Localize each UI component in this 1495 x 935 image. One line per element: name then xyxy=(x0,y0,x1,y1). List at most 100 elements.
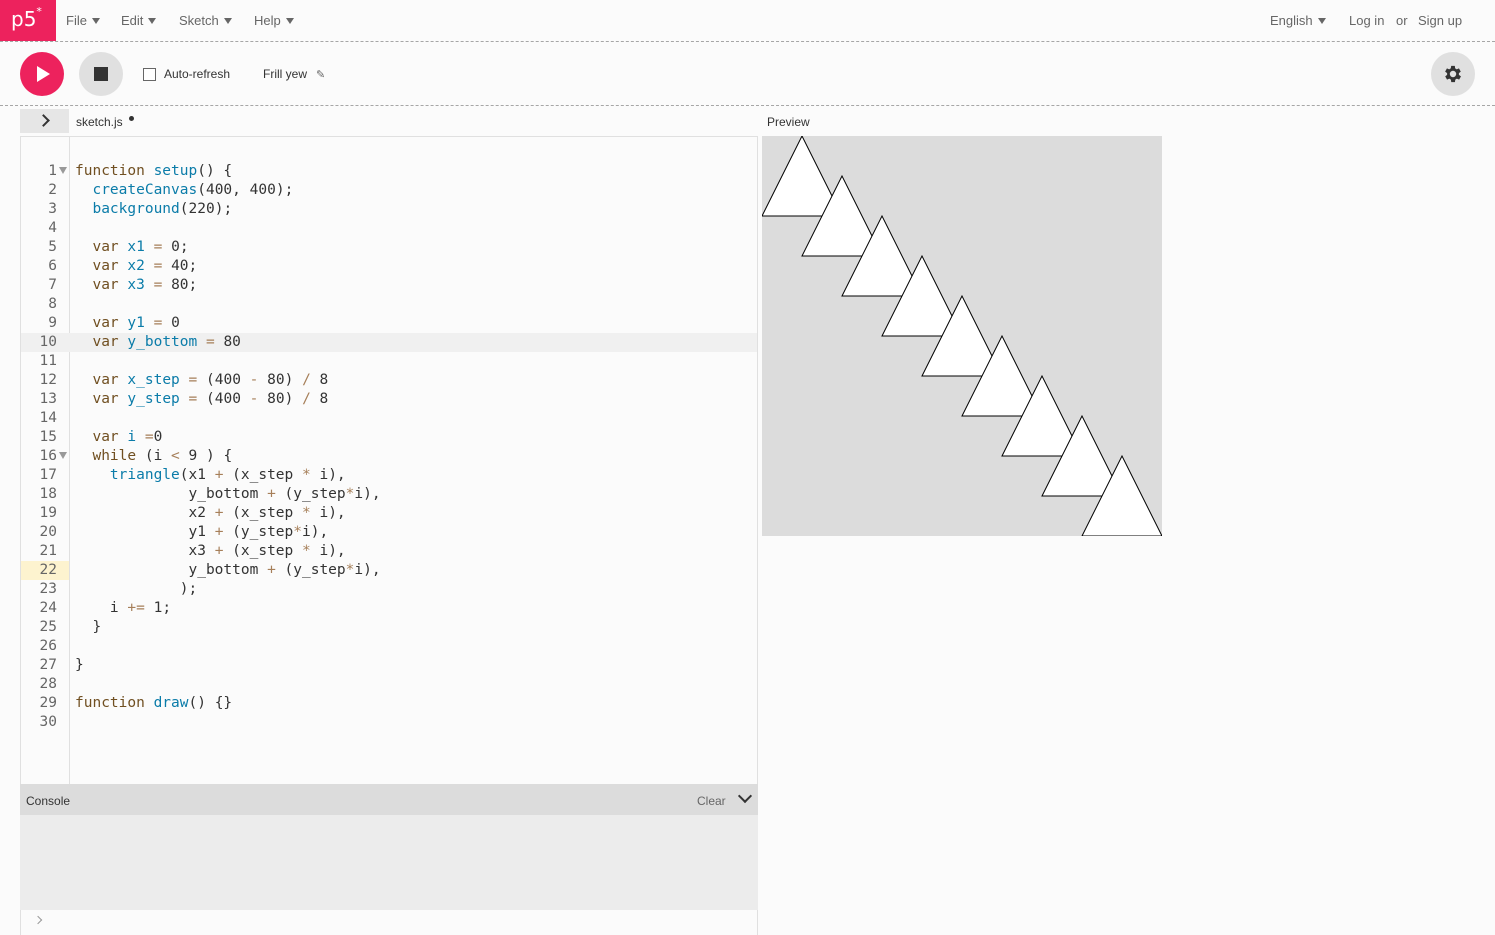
menu-file[interactable]: File xyxy=(66,13,100,28)
code-line[interactable]: 17 triangle(x1 + (x_step * i), xyxy=(21,466,757,485)
settings-button[interactable] xyxy=(1431,52,1475,96)
code-line[interactable]: 5 var x1 = 0; xyxy=(21,238,757,257)
code-line[interactable]: 12 var x_step = (400 - 80) / 8 xyxy=(21,371,757,390)
line-number: 26 xyxy=(39,638,57,654)
language-label: English xyxy=(1270,13,1313,28)
code-text: y_bottom + (y_step*i), xyxy=(75,562,381,578)
code-line[interactable]: 21 x3 + (x_step * i), xyxy=(21,542,757,561)
code-line[interactable]: 13 var y_step = (400 - 80) / 8 xyxy=(21,390,757,409)
code-line[interactable]: 6 var x2 = 40; xyxy=(21,257,757,276)
code-line[interactable]: 3 background(220); xyxy=(21,200,757,219)
menu-file-label: File xyxy=(66,13,87,28)
toolbar: Auto-refresh Frill yew ✎ xyxy=(0,42,1495,106)
fold-arrow-icon[interactable] xyxy=(59,452,67,459)
code-text: var y_bottom = 80 xyxy=(92,334,241,350)
line-number: 12 xyxy=(39,372,57,388)
code-line[interactable]: 9 var y1 = 0 xyxy=(21,314,757,333)
p5-logo[interactable]: p5* xyxy=(0,0,56,41)
line-number: 23 xyxy=(39,581,57,597)
fold-arrow-icon[interactable] xyxy=(59,167,67,174)
line-number: 3 xyxy=(48,201,57,217)
code-line[interactable]: 11 xyxy=(21,352,757,371)
code-line[interactable]: 14 xyxy=(21,409,757,428)
code-line[interactable]: 26 xyxy=(21,637,757,656)
code-text: var x3 = 80; xyxy=(92,277,198,293)
file-tab-sketch-js[interactable]: sketch.js xyxy=(76,115,123,129)
code-line[interactable]: 24 i += 1; xyxy=(21,599,757,618)
code-editor[interactable]: 1 function setup() {2 createCanvas(400, 4… xyxy=(20,136,758,784)
line-number: 24 xyxy=(39,600,57,616)
gear-icon xyxy=(1445,65,1461,83)
sketch-output xyxy=(761,134,1163,537)
line-number: 1 xyxy=(48,163,57,179)
code-line[interactable]: 20 y1 + (y_step*i), xyxy=(21,523,757,542)
stop-button[interactable] xyxy=(79,52,123,96)
code-text: createCanvas(400, 400); xyxy=(92,182,294,198)
code-line[interactable]: 10 var y_bottom = 80 xyxy=(21,333,757,352)
chevron-right-icon xyxy=(33,915,43,925)
logo-asterisk: * xyxy=(36,5,42,18)
line-number: 2 xyxy=(48,182,57,198)
chevron-down-icon[interactable] xyxy=(737,788,753,804)
menu-edit-label: Edit xyxy=(121,13,144,28)
code-text: var y1 = 0 xyxy=(92,315,180,331)
sketch-name[interactable]: Frill yew xyxy=(263,67,307,81)
signup-link[interactable]: Sign up xyxy=(1418,13,1462,28)
line-number: 4 xyxy=(48,220,57,236)
code-line[interactable]: 23 ); xyxy=(21,580,757,599)
auto-refresh-checkbox[interactable] xyxy=(143,68,156,81)
top-nav: p5* File Edit Sketch Help English Log in… xyxy=(0,0,1495,42)
code-line[interactable]: 19 x2 + (x_step * i), xyxy=(21,504,757,523)
play-icon xyxy=(37,66,50,82)
code-text: background(220); xyxy=(92,201,233,217)
line-number: 13 xyxy=(39,391,57,407)
line-number: 8 xyxy=(48,296,57,312)
console-input[interactable] xyxy=(20,910,758,935)
menu-edit[interactable]: Edit xyxy=(121,13,157,28)
code-line[interactable]: 30 xyxy=(21,713,757,732)
line-number: 19 xyxy=(39,505,57,521)
pencil-icon[interactable]: ✎ xyxy=(316,68,325,81)
stop-icon xyxy=(94,67,108,81)
line-number: 14 xyxy=(39,410,57,426)
code-line[interactable]: 15 var i =0 xyxy=(21,428,757,447)
play-button[interactable] xyxy=(20,52,64,96)
code-line[interactable]: 22 y_bottom + (y_step*i), xyxy=(21,561,757,580)
menu-help[interactable]: Help xyxy=(254,13,294,28)
code-text: var x1 = 0; xyxy=(92,239,189,255)
code-line[interactable]: 4 xyxy=(21,219,757,238)
unsaved-indicator xyxy=(129,116,134,121)
code-text: ); xyxy=(75,581,198,597)
menu-sketch-label: Sketch xyxy=(179,13,219,28)
code-line[interactable]: 28 xyxy=(21,675,757,694)
caret-down-icon xyxy=(1317,17,1326,24)
language-menu[interactable]: English xyxy=(1270,13,1326,28)
code-line[interactable]: 29 function draw() {} xyxy=(21,694,757,713)
code-line[interactable]: 1 function setup() { xyxy=(21,162,757,181)
login-link[interactable]: Log in xyxy=(1349,13,1384,28)
code-line[interactable]: 7 var x3 = 80; xyxy=(21,276,757,295)
code-text: var i =0 xyxy=(92,429,163,445)
code-line[interactable]: 8 xyxy=(21,295,757,314)
auto-refresh-label[interactable]: Auto-refresh xyxy=(164,67,230,81)
caret-down-icon xyxy=(91,17,100,24)
preview-canvas[interactable] xyxy=(761,134,1163,537)
code-line[interactable]: 18 y_bottom + (y_step*i), xyxy=(21,485,757,504)
line-number: 28 xyxy=(39,676,57,692)
code-line[interactable]: 27} xyxy=(21,656,757,675)
line-number: 17 xyxy=(39,467,57,483)
code-line[interactable]: 25 } xyxy=(21,618,757,637)
code-text: var x2 = 40; xyxy=(92,258,198,274)
p5-editor: p5* File Edit Sketch Help English Log in… xyxy=(0,0,1495,935)
chevron-right-icon xyxy=(37,114,50,127)
console-clear-button[interactable]: Clear xyxy=(697,794,726,808)
code-text: } xyxy=(75,657,84,673)
code-text: var x_step = (400 - 80) / 8 xyxy=(92,372,329,388)
menu-sketch[interactable]: Sketch xyxy=(179,13,232,28)
console-header: Console Clear xyxy=(20,784,758,815)
code-line[interactable]: 16 while (i < 9 ) { xyxy=(21,447,757,466)
sidebar-toggle-button[interactable] xyxy=(20,109,69,133)
code-text: y_bottom + (y_step*i), xyxy=(75,486,381,502)
code-line[interactable]: 2 createCanvas(400, 400); xyxy=(21,181,757,200)
line-number: 21 xyxy=(39,543,57,559)
